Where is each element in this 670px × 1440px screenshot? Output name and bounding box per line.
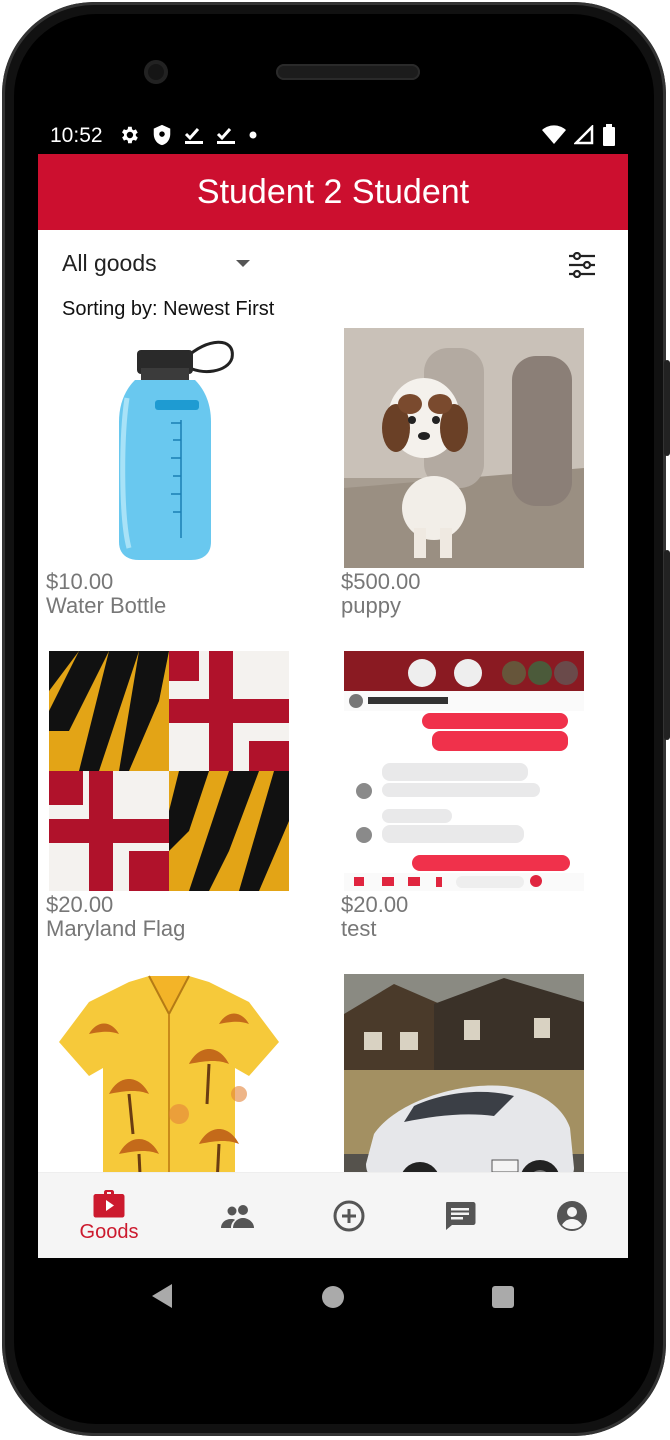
add-circle-icon — [333, 1200, 365, 1232]
app-title: Student 2 Student — [196, 172, 470, 211]
battery-icon — [603, 124, 615, 146]
sort-label: Sorting by: Newest First — [62, 298, 275, 320]
task-check-icon — [184, 128, 203, 144]
goods-bag-icon — [93, 1189, 125, 1217]
settings-icon — [122, 126, 138, 144]
people-icon — [221, 1205, 254, 1228]
tab-messages[interactable] — [401, 1173, 519, 1258]
listing-image-chat-screenshot — [344, 651, 584, 891]
tab-add-listing[interactable] — [290, 1173, 408, 1258]
account-circle-icon — [557, 1201, 587, 1231]
tab-goods[interactable]: Goods — [50, 1173, 168, 1258]
app-bar: Student 2 Student — [38, 154, 628, 230]
app-screen: Student 2 Student All goods Sorting by: … — [38, 154, 628, 1258]
listing-price: $500.00 — [341, 569, 421, 594]
tab-people[interactable] — [179, 1173, 297, 1258]
notification-dot-icon — [249, 131, 257, 139]
listing-name: Maryland Flag — [46, 916, 186, 941]
front-camera — [144, 60, 168, 84]
listing-image-puppy — [344, 328, 584, 568]
task-check-icon — [216, 128, 235, 144]
listing-name: puppy — [341, 593, 401, 618]
filter-row: All goods — [38, 230, 628, 300]
earpiece-speaker — [276, 64, 420, 80]
listing-image-water-bottle — [49, 328, 289, 568]
bottom-navigation: Goods — [38, 1172, 628, 1258]
category-dropdown-value: All goods — [62, 250, 157, 276]
listing-name: test — [341, 916, 377, 941]
shield-icon — [153, 124, 171, 146]
listing-price: $20.00 — [341, 892, 409, 917]
power-button — [664, 550, 670, 740]
tab-goods-label: Goods — [79, 1220, 139, 1243]
cellular-signal-icon — [574, 125, 594, 145]
dropdown-arrow-icon — [236, 260, 250, 267]
listing-name: Water Bottle — [46, 593, 167, 618]
recents-icon[interactable] — [492, 1286, 514, 1308]
listing-price: $20.00 — [46, 892, 114, 917]
home-icon[interactable] — [322, 1286, 344, 1308]
status-time: 10:52 — [50, 124, 103, 147]
chat-icon — [446, 1202, 476, 1230]
system-navigation-bar — [38, 1258, 628, 1338]
tab-profile[interactable] — [513, 1173, 628, 1258]
listing-image-maryland-flag — [49, 651, 289, 891]
listing-price: $10.00 — [46, 569, 114, 594]
wifi-icon — [542, 125, 566, 144]
category-dropdown[interactable]: All goods — [62, 250, 250, 277]
back-icon[interactable] — [152, 1284, 172, 1308]
filter-settings-icon[interactable] — [568, 252, 596, 278]
status-bar: 10:52 — [38, 120, 628, 154]
volume-button — [664, 360, 670, 456]
